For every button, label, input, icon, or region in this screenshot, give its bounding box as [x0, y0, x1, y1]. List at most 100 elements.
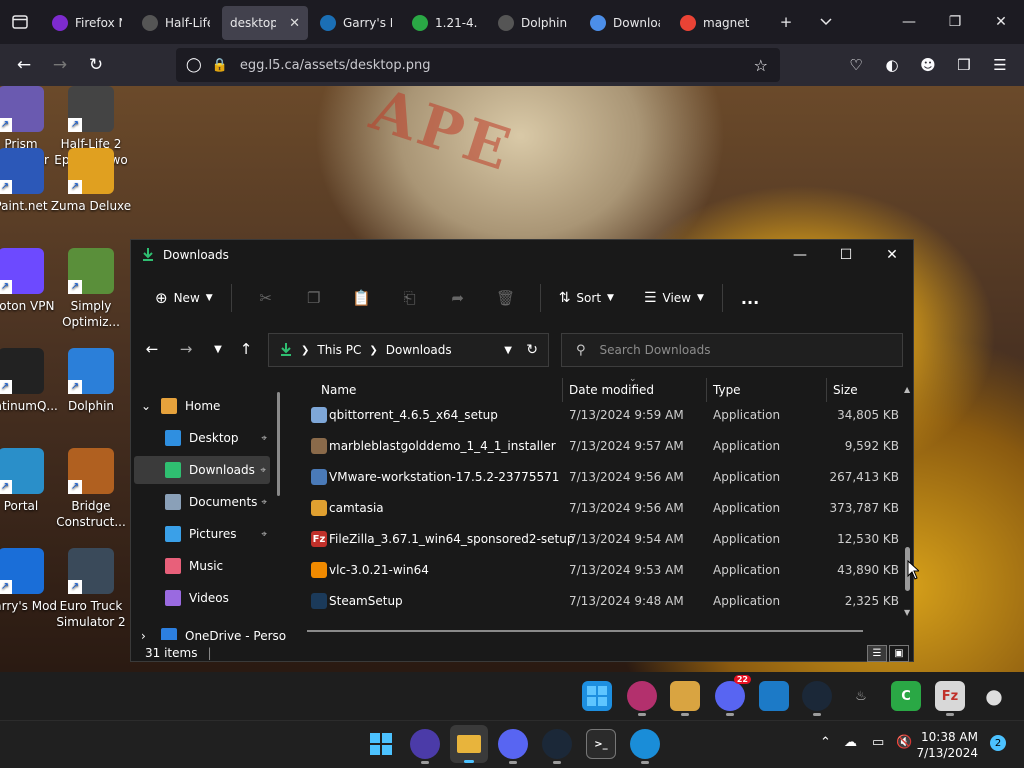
- up-arrow-icon[interactable]: ↑: [231, 334, 261, 364]
- address-dropdown-chevron-icon[interactable]: ▼: [504, 345, 512, 356]
- account-icon[interactable]: ☻: [910, 47, 946, 83]
- more-options-button[interactable]: ...: [733, 282, 767, 314]
- desktop-shortcut[interactable]: ↗ Simply Optimiz...: [50, 248, 132, 330]
- browser-minimize-button[interactable]: —: [886, 0, 932, 44]
- tab-overview-icon[interactable]: [0, 0, 40, 44]
- discord-taskbar-icon[interactable]: [498, 729, 528, 764]
- firefox-taskbar-icon[interactable]: [410, 729, 440, 764]
- terminal-icon[interactable]: >_: [586, 729, 616, 759]
- curseforge-icon[interactable]: C: [891, 681, 921, 711]
- windows-start-icon[interactable]: [366, 729, 396, 759]
- sort-button[interactable]: ⇅ Sort ▼: [551, 282, 622, 314]
- browser-tab[interactable]: 1.21-4.1: [404, 6, 486, 40]
- file-row[interactable]: camtasia 7/13/2024 9:56 AM Application 373,…: [291, 493, 901, 524]
- url-text[interactable]: egg.l5.ca/assets/desktop.png: [240, 58, 431, 73]
- nav-item-pictures[interactable]: Pictures ⌖: [131, 520, 289, 548]
- lock-icon[interactable]: 🔒: [212, 58, 228, 73]
- column-divider[interactable]: [706, 378, 707, 402]
- browser-tab[interactable]: Downloa: [582, 6, 668, 40]
- firefox-icon[interactable]: [627, 681, 657, 716]
- back-arrow-icon[interactable]: ←: [137, 334, 167, 364]
- copy-icon[interactable]: ❐: [290, 282, 338, 314]
- column-divider[interactable]: [826, 378, 827, 402]
- search-input[interactable]: ⚲ Search Downloads: [561, 333, 903, 367]
- browser-tab[interactable]: Garry's M: [312, 6, 400, 40]
- shield-icon[interactable]: ◯: [186, 57, 202, 73]
- breadcrumb-this-pc[interactable]: This PC: [317, 343, 361, 357]
- nav-item-downloads[interactable]: Downloads ⌖: [134, 456, 270, 484]
- synaptic-icon[interactable]: ♨: [846, 681, 876, 711]
- obs-icon[interactable]: ●: [979, 681, 1009, 711]
- file-row[interactable]: SteamSetup 7/13/2024 9:48 AM Application 2,…: [291, 586, 901, 617]
- extensions-puzzle-icon[interactable]: ❒: [946, 47, 982, 83]
- browser-restore-button[interactable]: ❐: [932, 0, 978, 44]
- forward-arrow-icon[interactable]: →: [42, 47, 78, 83]
- file-row[interactable]: qbittorrent_4.6.5_x64_setup 7/13/2024 9:5…: [291, 400, 901, 431]
- explorer-maximize-button[interactable]: ☐: [823, 240, 869, 270]
- file-row[interactable]: vlc-3.0.21-win64 7/13/2024 9:53 AM Applica…: [291, 555, 901, 586]
- steam-icon[interactable]: [802, 681, 832, 716]
- start-icon[interactable]: [582, 681, 612, 711]
- desktop-shortcut[interactable]: ↗ Zuma Deluxe: [50, 148, 132, 214]
- scroll-up-arrow-icon[interactable]: ▲: [904, 385, 910, 394]
- onedrive-cloud-icon[interactable]: ☁: [844, 735, 857, 750]
- column-name[interactable]: Name: [321, 383, 356, 397]
- volume-muted-icon[interactable]: 🔇: [896, 735, 912, 750]
- browser-tab[interactable]: magnet:: [672, 6, 758, 40]
- expand-chevron-icon[interactable]: ›: [141, 629, 146, 640]
- browser-close-button[interactable]: ✕: [978, 0, 1024, 44]
- edge-icon[interactable]: [630, 729, 660, 764]
- column-divider[interactable]: [562, 378, 563, 402]
- new-tab-button[interactable]: +: [766, 0, 806, 44]
- scroll-down-arrow-icon[interactable]: ▼: [904, 608, 910, 617]
- url-bar[interactable]: ◯ 🔒 egg.l5.ca/assets/desktop.png ☆: [176, 48, 780, 82]
- breadcrumb-downloads[interactable]: Downloads: [386, 343, 452, 357]
- explorer-close-button[interactable]: ✕: [869, 240, 915, 270]
- browser-tab[interactable]: desktop.p ✕: [222, 6, 308, 40]
- file-explorer-taskbar-icon[interactable]: [450, 725, 488, 763]
- column-size[interactable]: Size: [833, 383, 858, 397]
- nav-item-desktop[interactable]: Desktop ⌖: [131, 424, 289, 452]
- view-button[interactable]: ☰ View ▼: [636, 282, 712, 314]
- explorer-minimize-button[interactable]: —: [777, 240, 823, 270]
- notification-badge[interactable]: 2: [990, 735, 1006, 751]
- column-type[interactable]: Type: [713, 383, 741, 397]
- rename-icon[interactable]: ⎗: [386, 282, 434, 314]
- steam-taskbar-icon[interactable]: [542, 729, 572, 764]
- breadcrumb[interactable]: ❯ This PC ❯ Downloads ▼ ↻: [268, 333, 549, 367]
- bookmark-star-icon[interactable]: ☆: [754, 56, 768, 75]
- delete-icon[interactable]: 🗑: [482, 282, 530, 314]
- browser-tab[interactable]: Dolphin: [490, 6, 578, 40]
- paste-icon[interactable]: 📋: [338, 282, 386, 314]
- pocket-icon[interactable]: ♡: [838, 47, 874, 83]
- folder-icon[interactable]: [670, 681, 700, 716]
- desktop-shortcut[interactable]: ↗ Dolphin: [50, 348, 132, 414]
- show-hidden-icons-chevron[interactable]: ⌃: [820, 735, 831, 750]
- expand-chevron-icon[interactable]: ⌄: [141, 399, 151, 413]
- share-icon[interactable]: ➦: [434, 282, 482, 314]
- file-list-horizontal-scrollbar[interactable]: [307, 630, 863, 632]
- filezilla-icon[interactable]: Fz: [935, 681, 965, 716]
- column-date[interactable]: Date modified: [569, 383, 654, 397]
- discord-icon[interactable]: 22: [715, 675, 751, 716]
- file-row[interactable]: Fz FileZilla_3.67.1_win64_sponsored2-setu…: [291, 524, 901, 555]
- nav-item-videos[interactable]: Videos: [131, 584, 289, 612]
- large-icons-view-icon[interactable]: ▣: [889, 645, 909, 662]
- cut-icon[interactable]: ✂: [242, 282, 290, 314]
- new-button[interactable]: ⊕ New ▼: [147, 282, 221, 314]
- desktop-shortcut[interactable]: ↗ Bridge Construct...: [50, 448, 132, 530]
- tab-list-chevron-icon[interactable]: [806, 0, 846, 44]
- nav-item-music[interactable]: Music: [131, 552, 289, 580]
- nav-item-documents[interactable]: Documents ⌖: [131, 488, 289, 516]
- nav-item-onedrive[interactable]: › OneDrive - Perso: [131, 622, 289, 640]
- recent-locations-chevron-icon[interactable]: ▼: [203, 334, 233, 364]
- network-icon[interactable]: [759, 681, 789, 711]
- forward-arrow-icon[interactable]: →: [171, 334, 201, 364]
- refresh-icon[interactable]: ↻: [526, 342, 538, 358]
- nav-item-home[interactable]: ⌄ Home: [131, 392, 289, 420]
- system-clock[interactable]: 10:38 AM 7/13/2024: [916, 729, 978, 761]
- desktop-shortcut[interactable]: ↗ Euro Truck Simulator 2: [50, 548, 132, 630]
- file-row[interactable]: marbleblastgolddemo_1_4_1_installer 7/13/…: [291, 431, 901, 462]
- extension-sync-icon[interactable]: ◐: [874, 47, 910, 83]
- close-tab-icon[interactable]: ✕: [289, 16, 300, 31]
